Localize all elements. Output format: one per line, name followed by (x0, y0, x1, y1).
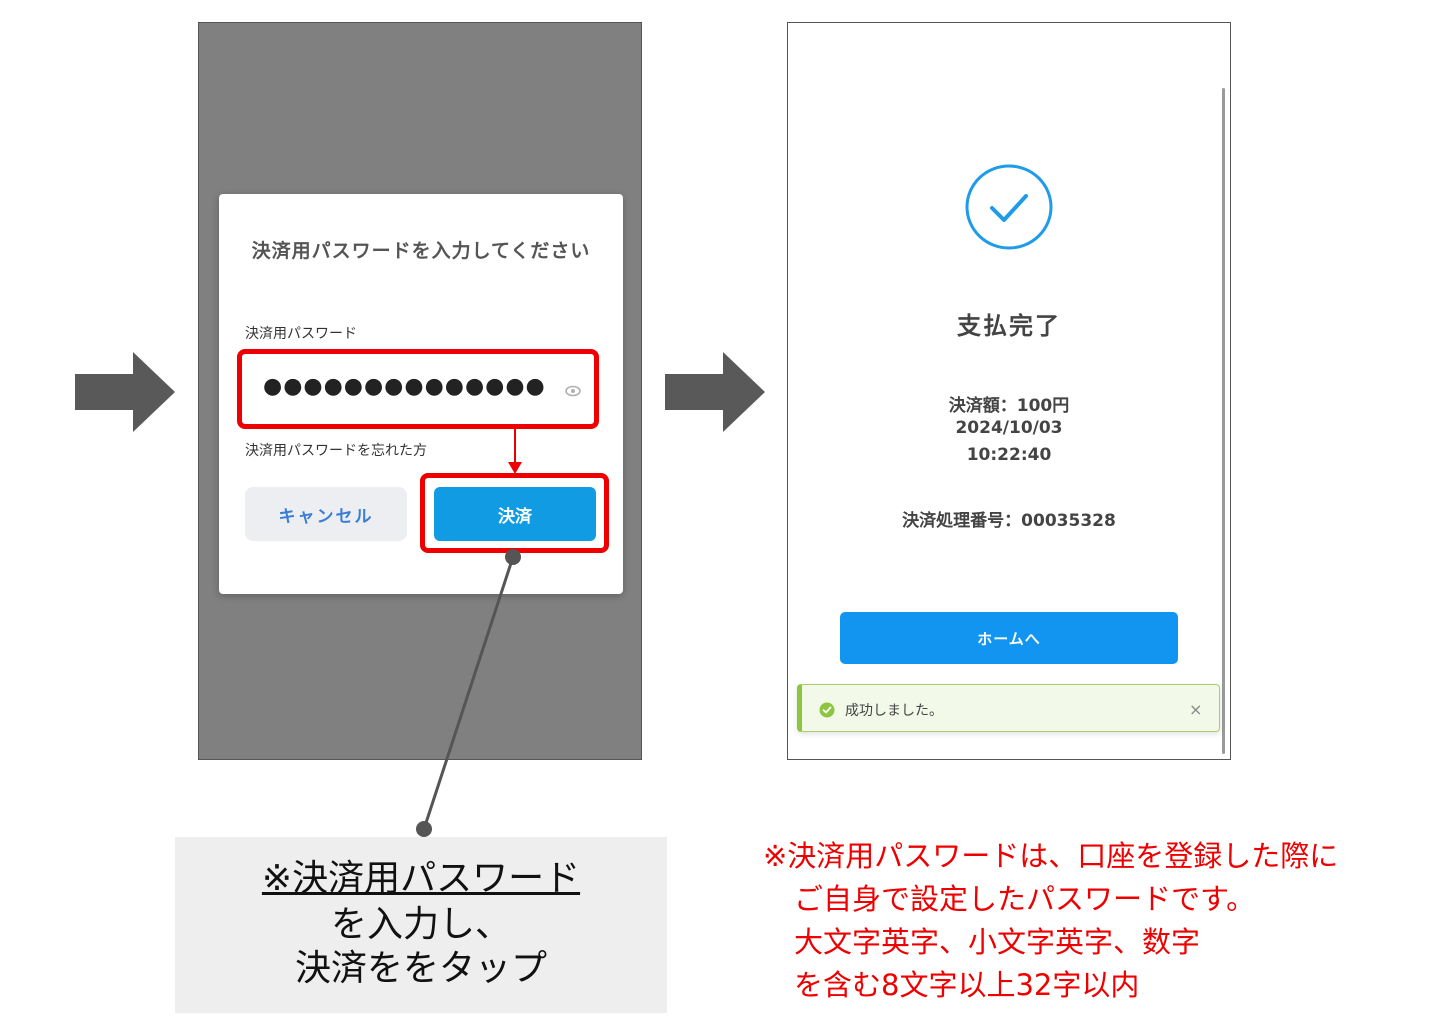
cancel-button[interactable]: キャンセル (245, 487, 407, 541)
note-text: 大文字英字、小文字英字、数字 (794, 925, 1201, 959)
callout-text: を入力し、 (330, 904, 511, 945)
payment-amount: 決済額：100円 (948, 396, 1070, 416)
arrow-right-icon (75, 352, 175, 432)
home-button[interactable]: ホームへ (840, 612, 1178, 664)
callout-text: ※決済用パスワード (261, 858, 581, 899)
note-text: ※決済用パスワードは、口座を登録した際に (763, 839, 1339, 873)
callout-text: 決済ををタップ (294, 948, 547, 989)
password-highlight-box (237, 349, 599, 429)
toast-message: 成功しました。 (845, 703, 943, 719)
callout-pointer (416, 549, 521, 837)
arrow-right-icon (665, 352, 765, 432)
payment-time: 10:22:40 (966, 445, 1052, 465)
payment-complete-title: 支払完了 (957, 312, 1061, 340)
pay-highlight-box (420, 473, 609, 553)
connector-arrow (508, 426, 522, 474)
forgot-password-link[interactable]: 決済用パスワードを忘れた方 (245, 440, 427, 460)
check-circle-icon (965, 164, 1053, 250)
dialog-title: 決済用パスワードを入力してください (251, 240, 591, 262)
close-icon[interactable]: × (1189, 700, 1202, 719)
success-check-icon (819, 702, 835, 718)
password-label: 決済用パスワード (245, 326, 357, 342)
note-text: を含む8文字以上32字以内 (794, 968, 1140, 1002)
process-number: 決済処理番号：00035328 (902, 511, 1116, 531)
payment-date: 2024/10/03 (955, 418, 1063, 438)
note-text: ご自身で設定したパスワードです。 (794, 882, 1256, 916)
